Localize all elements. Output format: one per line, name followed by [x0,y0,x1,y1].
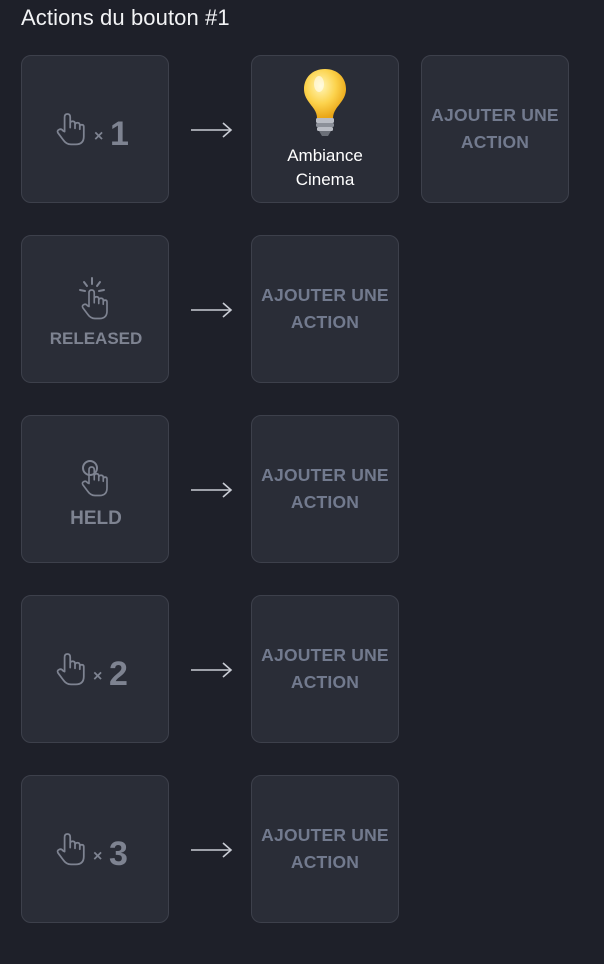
hand-tap-icon: × 2 [56,653,128,693]
add-action-button[interactable]: AJOUTER UNE ACTION [251,415,399,563]
page-title: Actions du bouton #1 [21,5,230,30]
arrow-right-icon [191,122,233,138]
trigger-single-tap: × 1 [21,55,169,203]
svg-text:1: 1 [110,115,129,153]
action-label: Ambiance Cinema [287,146,363,189]
hand-release-icon: RELEASED [50,277,143,348]
add-action-button[interactable]: AJOUTER UNE ACTION [421,55,569,203]
svg-text:3: 3 [109,835,128,873]
svg-text:×: × [93,848,102,865]
add-action-button[interactable]: AJOUTER UNE ACTION [251,775,399,923]
action-row-single-tap: × 1 Ambiance Cinema AJOUTER UNE ACTION [0,55,604,205]
add-action-button[interactable]: AJOUTER UNE ACTION [251,595,399,743]
arrow-right-icon [191,302,233,318]
trigger-double-tap: × 2 [21,595,169,743]
add-action-label: AJOUTER UNE ACTION [261,465,389,512]
add-action-label: AJOUTER UNE ACTION [431,105,559,152]
arrow-right-icon [191,842,233,858]
add-action-button[interactable]: AJOUTER UNE ACTION [251,235,399,383]
svg-text:2: 2 [109,655,128,693]
add-action-label: AJOUTER UNE ACTION [261,645,389,692]
action-ambiance-cinema[interactable]: Ambiance Cinema [251,55,399,203]
add-action-label: AJOUTER UNE ACTION [261,825,389,872]
svg-text:RELEASED: RELEASED [50,329,143,348]
action-row-released: RELEASED AJOUTER UNE ACTION [0,235,604,385]
hand-hold-icon: HELD [70,460,122,529]
arrow-right-icon [191,662,233,678]
hand-tap-icon: × 1 [56,113,129,153]
svg-text:HELD: HELD [70,508,122,529]
hand-tap-icon: × 3 [56,833,128,873]
svg-text:×: × [94,128,103,145]
add-action-label: AJOUTER UNE ACTION [261,285,389,332]
action-row-held: HELD AJOUTER UNE ACTION [0,415,604,565]
action-row-double-tap: × 2 AJOUTER UNE ACTION [0,595,604,745]
arrow-right-icon [191,482,233,498]
action-row-triple-tap: × 3 AJOUTER UNE ACTION [0,775,604,925]
lightbulb-icon [304,69,346,136]
trigger-released: RELEASED [21,235,169,383]
trigger-held: HELD [21,415,169,563]
trigger-triple-tap: × 3 [21,775,169,923]
svg-text:×: × [93,668,102,685]
